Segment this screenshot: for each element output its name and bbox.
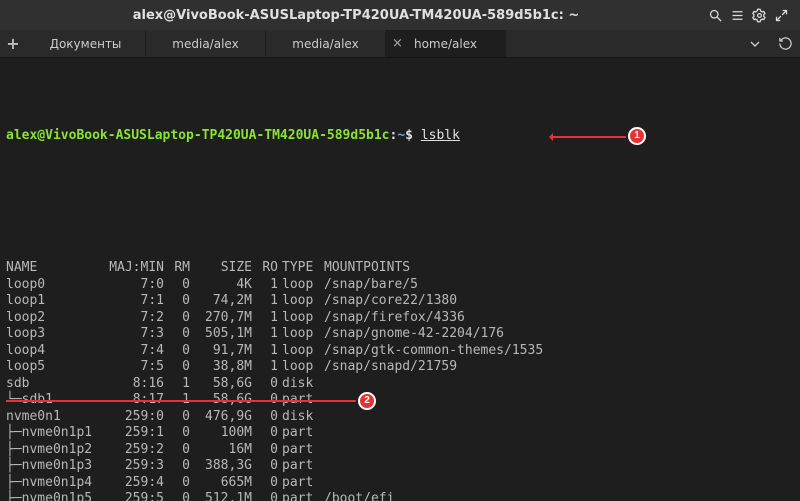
annotation-badge-2: 2 (358, 392, 376, 410)
lsblk-header-row: NAMEMAJ:MINRMSIZEROTYPEMOUNTPOINTS (6, 260, 621, 277)
prompt-path: ~ (397, 128, 405, 143)
annotation-badge-1: 1 (628, 127, 646, 145)
lsblk-row: ├─nvme0n1p2259:2016M0part (6, 442, 621, 459)
window-title: alex@VivoBook-ASUSLaptop-TP420UA-TM420UA… (133, 8, 580, 23)
maximize-icon[interactable] (770, 4, 792, 26)
tab[interactable]: × home/alex (386, 30, 506, 57)
tab-label: home/alex (414, 37, 477, 51)
lsblk-row: ├─nvme0n1p3259:30388,3G0part (6, 458, 621, 475)
prompt-user-host: alex@VivoBook-ASUSLaptop-TP420UA-TM420UA… (6, 128, 390, 143)
tab-label: media/alex (292, 37, 358, 51)
tab[interactable]: Документы (26, 30, 146, 57)
window-titlebar: alex@VivoBook-ASUSLaptop-TP420UA-TM420UA… (0, 0, 800, 30)
lsblk-row: loop17:1074,2M1loop/snap/core22/1380 (6, 293, 621, 310)
lsblk-row: └─sdb18:17158,6G0part2 (6, 392, 621, 409)
prompt-line-1: alex@VivoBook-ASUSLaptop-TP420UA-TM420UA… (6, 128, 794, 194)
new-tab-button[interactable]: + (0, 30, 26, 57)
search-icon[interactable] (704, 4, 726, 26)
lsblk-row: ├─nvme0n1p4259:40665M0part (6, 475, 621, 492)
lsblk-row: nvme0n1259:00476,9G0disk (6, 409, 621, 426)
settings-icon[interactable] (748, 4, 770, 26)
lsblk-table: NAMEMAJ:MINRMSIZEROTYPEMOUNTPOINTSloop07… (6, 260, 621, 501)
lsblk-row: loop47:4091,7M1loop/snap/gtk-common-them… (6, 343, 621, 360)
tab[interactable]: media/alex (266, 30, 386, 57)
lsblk-row: ├─nvme0n1p5259:50512,1M0part/boot/efi (6, 491, 621, 501)
tab[interactable]: media/alex (146, 30, 266, 57)
terminal-output[interactable]: alex@VivoBook-ASUSLaptop-TP420UA-TM420UA… (0, 58, 800, 501)
annotation-arrow-1 (551, 136, 626, 138)
annotation-highlight-line (6, 400, 356, 402)
tab-label: media/alex (172, 37, 238, 51)
tab-bar: + Документы media/alex media/alex × home/ale… (0, 30, 800, 58)
tab-label: Документы (50, 37, 122, 51)
lsblk-row: loop57:5038,8M1loop/snap/snapd/21759 (6, 359, 621, 376)
lsblk-row: loop37:30505,1M1loop/snap/gnome-42-2204/… (6, 326, 621, 343)
tab-overflow-icon[interactable] (740, 30, 770, 57)
command-lsblk: lsblk (421, 128, 460, 143)
menu-icon[interactable] (726, 4, 748, 26)
refresh-icon[interactable] (770, 30, 800, 57)
lsblk-row: ├─nvme0n1p1259:10100M0part (6, 425, 621, 442)
close-icon[interactable]: × (392, 36, 403, 51)
lsblk-row: sdb8:16158,6G0disk (6, 376, 621, 393)
lsblk-row: loop07:004K1loop/snap/bare/5 (6, 277, 621, 294)
lsblk-row: loop27:20270,7M1loop/snap/firefox/4336 (6, 310, 621, 327)
